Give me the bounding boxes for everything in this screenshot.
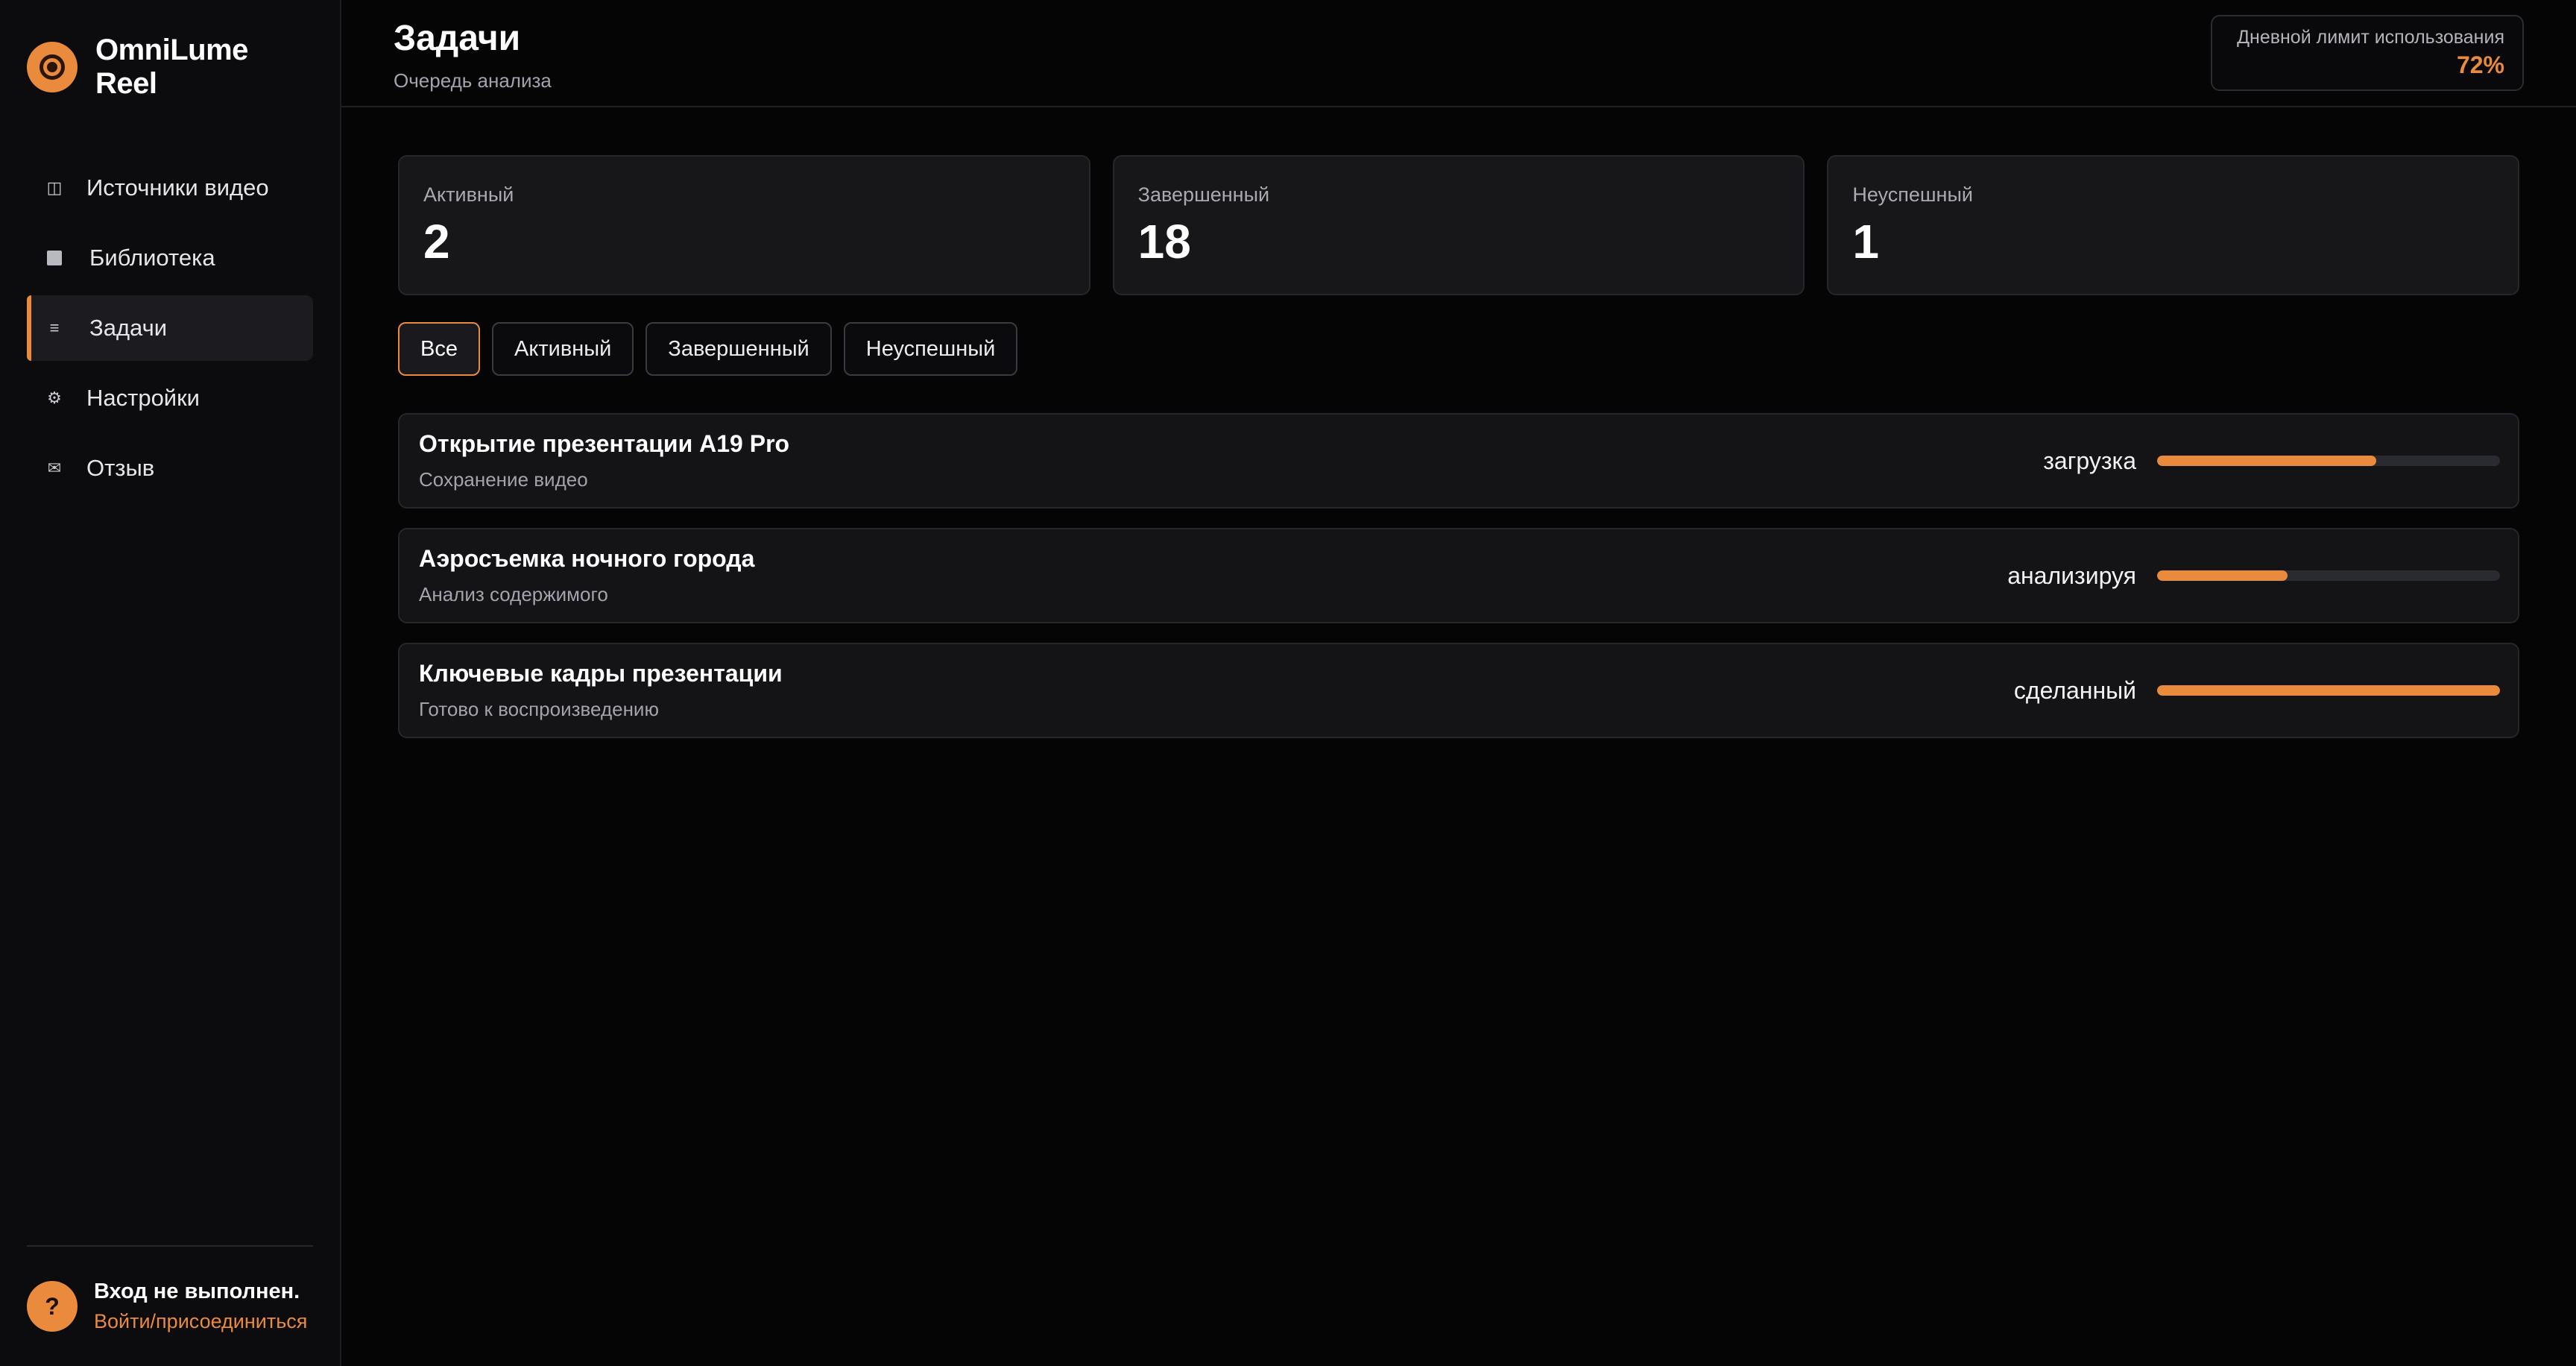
envelope-icon: ✉ xyxy=(47,459,62,477)
stat-label: Неуспешный xyxy=(1852,183,1973,206)
sidebar-item-label: Задачи xyxy=(89,315,168,341)
task-row[interactable]: Ключевые кадры презентации Готово к восп… xyxy=(398,643,2519,738)
sidebar-item-label: Настройки xyxy=(86,385,201,411)
list-icon: ≡ xyxy=(49,318,60,337)
lens-icon xyxy=(27,42,78,92)
stat-value: 2 xyxy=(423,215,450,268)
brand-name: OmniLume Reel xyxy=(95,34,248,100)
app-window: OmniLume Reel ◫ Источники видео Библиоте… xyxy=(0,0,2576,1366)
stats-row: Активный 2 Завершенный 18 Неуспешный 1 xyxy=(398,155,2520,295)
filter-active-button[interactable]: Активный xyxy=(491,322,634,376)
stat-label: Активный xyxy=(423,183,514,206)
task-progress-fill xyxy=(2157,685,2500,696)
page-subtitle: Очередь анализа xyxy=(394,69,552,92)
main-content: Задачи Очередь анализа Дневной лимит исп… xyxy=(341,0,2576,1366)
task-progress-fill xyxy=(2157,570,2288,581)
task-title: Ключевые кадры презентации xyxy=(419,660,783,687)
tasks-content: Активный 2 Завершенный 18 Неуспешный 1 В… xyxy=(341,107,2576,738)
sidebar-item-label: Отзыв xyxy=(86,455,155,481)
task-title: Открытие презентации A19 Pro xyxy=(419,430,790,457)
stat-card-active: Активный 2 xyxy=(398,155,1090,295)
task-subtitle: Анализ содержимого xyxy=(419,583,608,605)
sidebar-item-library[interactable]: Библиотека xyxy=(27,225,313,291)
filter-all-button[interactable]: Все xyxy=(398,322,480,376)
usage-limit-box: Дневной лимит использования 72% xyxy=(2211,15,2524,91)
sidebar: OmniLume Reel ◫ Источники видео Библиоте… xyxy=(0,0,341,1366)
gear-icon: ⚙ xyxy=(47,388,62,407)
sidebar-item-tasks[interactable]: ≡ Задачи xyxy=(27,295,313,361)
sidebar-item-label: Библиотека xyxy=(89,245,215,271)
sidebar-item-feedback[interactable]: ✉ Отзыв xyxy=(27,435,313,501)
page-header: Задачи Очередь анализа Дневной лимит исп… xyxy=(341,0,2576,107)
stat-value: 18 xyxy=(1137,215,1191,268)
task-progress-bar xyxy=(2157,685,2500,696)
task-progress-fill xyxy=(2157,456,2377,466)
sidebar-item-settings[interactable]: ⚙ Настройки xyxy=(27,365,313,431)
task-title: Аэросъемка ночного города xyxy=(419,545,755,572)
sidebar-item-label: Источники видео xyxy=(86,174,269,201)
task-subtitle: Сохранение видео xyxy=(419,468,588,491)
stat-card-completed: Завершенный 18 xyxy=(1112,155,1805,295)
filter-tabs: Все Активный Завершенный Неуспешный xyxy=(398,322,2519,376)
task-status: загрузка xyxy=(2043,447,2136,474)
square-icon xyxy=(43,251,66,265)
task-subtitle: Готово к воспроизведению xyxy=(419,698,659,720)
usage-value: 72% xyxy=(2456,51,2504,78)
filter-completed-button[interactable]: Завершенный xyxy=(645,322,832,376)
task-status: анализируя xyxy=(2007,561,2136,589)
task-progress-bar xyxy=(2157,456,2500,466)
sidebar-item-video-sources[interactable]: ◫ Источники видео xyxy=(27,155,313,221)
page-title: Задачи xyxy=(394,19,521,58)
filter-failed-button[interactable]: Неуспешный xyxy=(843,322,1018,376)
sidebar-nav: ◫ Источники видео Библиотека ≡ Задачи ⚙ … xyxy=(27,155,313,501)
task-row[interactable]: Аэросъемка ночного города Анализ содержи… xyxy=(398,528,2519,623)
task-progress-bar xyxy=(2157,570,2500,581)
stat-card-failed: Неуспешный 1 xyxy=(1827,155,2520,295)
stat-label: Завершенный xyxy=(1137,183,1270,206)
task-row[interactable]: Открытие презентации A19 Pro Сохранение … xyxy=(398,413,2519,509)
question-icon[interactable]: ? xyxy=(27,1281,78,1332)
login-link[interactable]: Войти/присоединиться xyxy=(94,1310,307,1333)
account-section: ? Вход не выполнен. Войти/присоединиться xyxy=(27,1245,313,1366)
usage-label: Дневной лимит использования xyxy=(2237,27,2504,48)
task-status: сделанный xyxy=(2013,676,2136,704)
login-status: Вход не выполнен. xyxy=(94,1280,300,1303)
stat-value: 1 xyxy=(1852,215,1879,268)
brand[interactable]: OmniLume Reel xyxy=(27,0,313,134)
task-list: Открытие презентации A19 Pro Сохранение … xyxy=(398,413,2519,738)
columns-icon: ◫ xyxy=(46,178,63,197)
